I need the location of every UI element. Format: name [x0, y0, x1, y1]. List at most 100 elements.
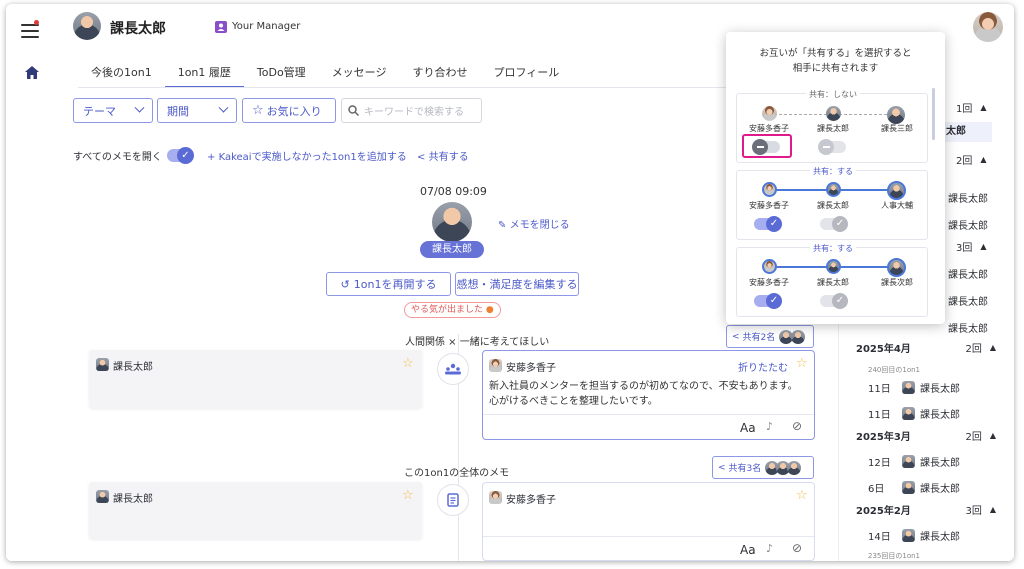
history-icon: ↺: [340, 277, 350, 291]
favorite-filter[interactable]: ☆ お気に入り: [242, 98, 336, 123]
history-row[interactable]: 6日 課長太郎: [868, 480, 1014, 495]
history-row[interactable]: 課長太郎: [948, 293, 988, 308]
history-count-value: 2回: [956, 156, 973, 167]
motivation-badge: やる気が出ました ●: [404, 302, 501, 318]
history-row[interactable]: 課長太郎: [948, 217, 988, 232]
share-link-label: 共有する: [428, 152, 469, 163]
sidebar: [6, 4, 58, 561]
history-row[interactable]: 11日 課長太郎: [868, 380, 1014, 395]
topic-1-right-author: 安藤多香子: [506, 363, 556, 374]
member-name: 人事大輔: [881, 201, 913, 210]
topic-1-share-button[interactable]: < 共有2名: [726, 325, 814, 348]
edit-feedback-button[interactable]: 感想・満足度を編集する: [455, 272, 579, 296]
share-toggle[interactable]: ✓: [754, 293, 782, 309]
search-placeholder: キーワードで検索する: [364, 107, 464, 118]
history-row[interactable]: 課長太郎: [948, 320, 988, 335]
history-row[interactable]: 課長太郎: [948, 266, 988, 281]
author-avatar: [96, 358, 109, 371]
topic-1-right-card[interactable]: 安藤多香子 折りたたむ ☆ 新入社員のメンターを担当するのが初めてなので、不安も…: [482, 350, 815, 440]
author-avatar: [96, 490, 109, 503]
share-toggle: ✓: [820, 293, 848, 309]
manager-icon: [215, 21, 227, 33]
close-memo-label: メモを閉じる: [509, 220, 570, 231]
month-header: 2025年3月 2回 ▲: [856, 428, 996, 443]
add-session-link[interactable]: + Kakeaiで実施しなかった1on1を追加する: [207, 148, 407, 163]
share-settings-popup: お互いが「共有する」を選択すると 相手に共有されます 共有：しない 安藤多香子 …: [726, 32, 945, 324]
star-outline-icon[interactable]: ☆: [402, 488, 414, 503]
history-count: 2回 ▲: [956, 152, 1014, 167]
topic-2-title: この1on1の全体のメモ: [404, 468, 510, 479]
home-icon[interactable]: [25, 66, 39, 79]
minus-icon: [822, 146, 830, 148]
share-link[interactable]: < 共有する: [417, 148, 469, 163]
period-filter[interactable]: 期間: [157, 98, 237, 123]
caret-up-icon[interactable]: ▲: [990, 505, 996, 514]
paperclip-icon[interactable]: ⊘: [792, 419, 802, 433]
favorite-filter-label: お気に入り: [266, 104, 322, 118]
tab-history[interactable]: 1on1 履歴: [164, 56, 244, 88]
author-avatar: [489, 359, 502, 372]
author-avatar: [489, 491, 502, 504]
theme-filter[interactable]: テーマ: [73, 98, 153, 123]
history-selected-row[interactable]: 太郎: [942, 122, 992, 142]
topic-1-left-card[interactable]: 課長太郎 ☆: [89, 350, 422, 408]
history-count-value: 3回: [956, 243, 973, 254]
caret-up-icon[interactable]: ▲: [980, 242, 986, 251]
minus-icon: [756, 146, 764, 148]
caret-up-icon[interactable]: ▲: [990, 431, 996, 440]
reopen-button[interactable]: ↺ 1on1を再開する: [326, 272, 451, 296]
history-row[interactable]: 14日 課長太郎: [868, 528, 1014, 543]
member-name: 課長次郎: [881, 278, 913, 287]
tab-messages[interactable]: メッセージ: [319, 56, 400, 88]
divider: [483, 414, 814, 415]
divider: [483, 536, 814, 537]
avatar: [902, 455, 915, 468]
star-outline-icon[interactable]: ☆: [402, 356, 414, 371]
tab-upcoming[interactable]: 今後の1on1: [78, 56, 165, 88]
caret-up-icon[interactable]: ▲: [980, 103, 986, 112]
shared-avatar: [791, 329, 806, 344]
history-row[interactable]: 課長太郎: [948, 190, 988, 205]
search-icon: [348, 105, 359, 116]
month-label: 2025年2月: [856, 506, 911, 517]
bell-icon[interactable]: ♪: [766, 420, 773, 433]
popup-scrollbar[interactable]: [932, 88, 935, 140]
share-toggle[interactable]: ✓: [754, 216, 782, 232]
manager-label[interactable]: Your Manager: [232, 21, 300, 32]
topic-1-memo-text[interactable]: 新入社員のメンターを担当するのが初めてなので、不安もあります。心がけるべきことを…: [489, 379, 799, 409]
star-outline-icon[interactable]: ☆: [796, 356, 808, 371]
history-row[interactable]: 11日 課長太郎: [868, 406, 1014, 421]
check-icon: ✓: [766, 293, 782, 309]
tab-divider: [78, 87, 823, 88]
menu-icon[interactable]: [21, 24, 41, 38]
topic-2-share-button[interactable]: < 共有3名: [712, 456, 814, 479]
avatar: [902, 529, 915, 542]
font-size-button[interactable]: Aa: [740, 421, 756, 435]
paperclip-icon[interactable]: ⊘: [792, 541, 802, 555]
account-avatar[interactable]: [973, 12, 1003, 42]
month-count: 2回: [965, 432, 982, 443]
member-avatar: [826, 259, 841, 274]
topic-2-right-card[interactable]: 安藤多香子 ☆ Aa ♪ ⊘: [482, 482, 815, 561]
tab-todo[interactable]: ToDo管理: [244, 56, 319, 88]
star-outline-icon[interactable]: ☆: [796, 488, 808, 503]
check-icon: ✓: [832, 216, 848, 232]
share-group-3-header: 共有：する: [810, 244, 856, 253]
close-memo-link[interactable]: ✎ メモを閉じる: [498, 216, 570, 231]
caret-up-icon[interactable]: ▲: [990, 343, 996, 352]
fold-button[interactable]: 折りたたむ: [738, 359, 788, 374]
share-toggle[interactable]: [752, 139, 780, 155]
tab-profile[interactable]: プロフィール: [480, 56, 572, 88]
caret-up-icon[interactable]: ▲: [980, 155, 986, 164]
tab-alignment[interactable]: すり合わせ: [399, 56, 480, 88]
share-group-1-header: 共有：しない: [806, 90, 860, 99]
font-size-button[interactable]: Aa: [740, 543, 756, 557]
open-all-toggle[interactable]: ✓: [167, 147, 194, 164]
check-icon: ✓: [832, 293, 848, 309]
day-label: 6日: [868, 484, 885, 495]
search-input[interactable]: キーワードで検索する: [341, 98, 482, 123]
topic-2-left-card[interactable]: 課長太郎 ☆: [89, 482, 422, 539]
add-session-label: Kakeaiで実施しなかった1on1を追加する: [218, 152, 407, 163]
history-row[interactable]: 12日 課長太郎: [868, 454, 1014, 469]
bell-icon[interactable]: ♪: [766, 542, 773, 555]
